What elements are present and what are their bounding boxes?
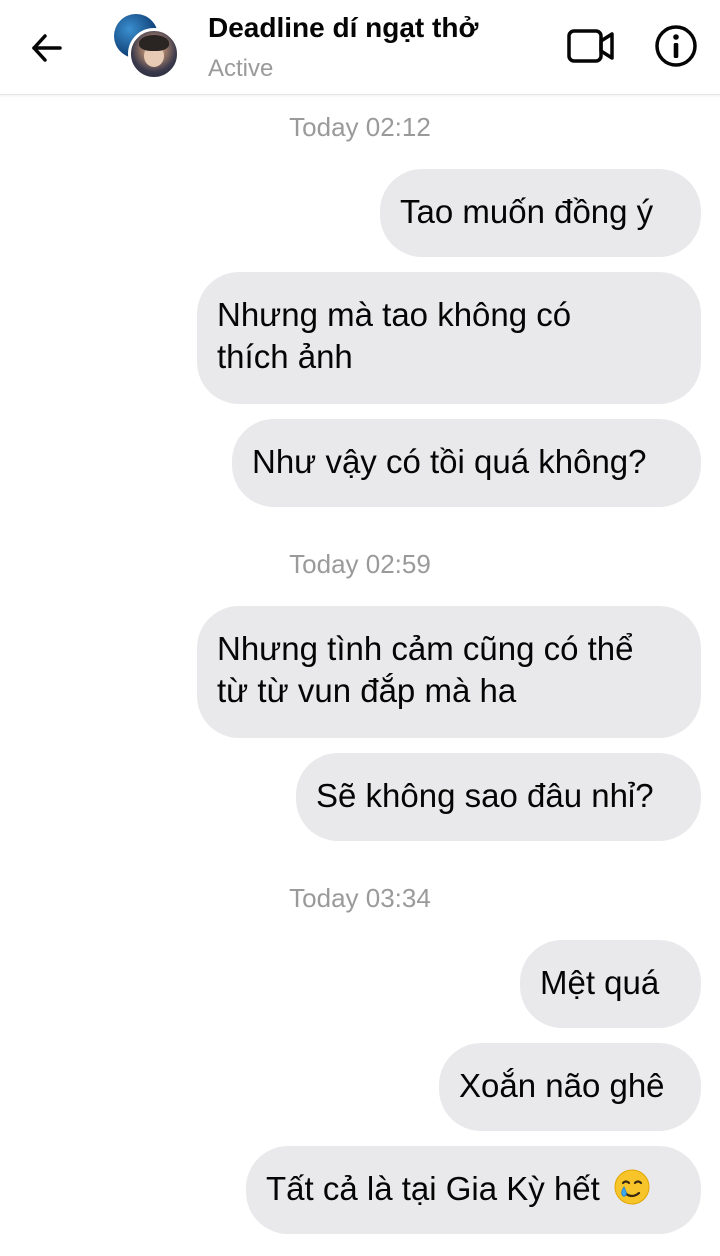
message-text: Tất cả là tại Gia Kỳ hết [266,1170,600,1207]
message-text: Như vậy có tồi quá không? [252,443,647,480]
message-bubble[interactable]: Như vậy có tồi quá không? [232,419,701,507]
info-button[interactable] [654,24,698,68]
active-status: Active [208,55,274,82]
message-bubble[interactable]: Tất cả là tại Gia Kỳ hết [246,1146,701,1234]
message-text: Nhưng mà tao không có [217,296,572,333]
conversation-title[interactable]: Deadline dí ngạt thở [208,12,478,44]
chat-header: Deadline dí ngạt thở Active [0,0,720,95]
timestamp-divider: Today 02:59 [289,549,431,579]
message-text: thích ảnh [217,338,353,375]
arrow-left-icon [32,34,62,62]
message-text: Mệt quá [540,964,660,1001]
avatar-primary [128,28,180,80]
video-call-icon [567,29,614,63]
smiling-face-with-tear-icon [614,1169,650,1205]
message-bubble[interactable]: Nhưng tình cảm cũng có thể từ từ vun đắp… [197,606,701,738]
message-bubble[interactable]: Tao muốn đồng ý [380,169,701,257]
group-avatar[interactable] [114,14,180,80]
timestamp-divider: Today 03:34 [289,883,431,913]
message-text: từ từ vun đắp mà ha [217,672,517,709]
message-bubble[interactable]: Xoắn não ghê [439,1043,701,1131]
video-call-button[interactable] [566,24,616,68]
back-button[interactable] [24,26,68,70]
message-text: Sẽ không sao đâu nhỉ? [316,777,654,814]
info-icon [655,25,697,67]
message-bubble[interactable]: Sẽ không sao đâu nhỉ? [296,753,701,841]
timestamp-divider: Today 02:12 [289,112,431,142]
message-bubble[interactable]: Nhưng mà tao không có thích ảnh [197,272,701,404]
message-bubble[interactable]: Mệt quá [520,940,701,1028]
message-text: Xoắn não ghê [459,1067,665,1104]
message-text: Nhưng tình cảm cũng có thể [217,630,634,667]
message-text: Tao muốn đồng ý [400,193,654,230]
